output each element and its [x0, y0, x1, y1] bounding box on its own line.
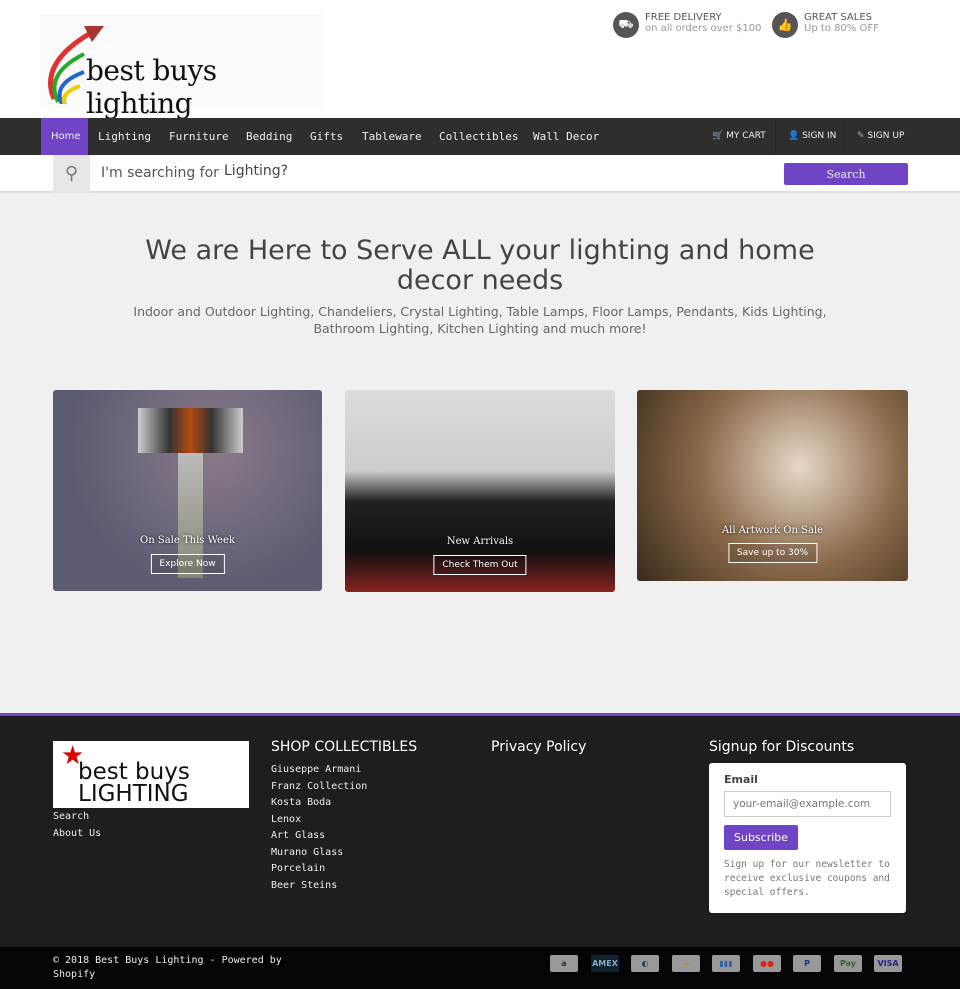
collectible-link[interactable]: Art Glass — [271, 828, 367, 845]
collectible-link[interactable]: Porcelain — [271, 861, 367, 878]
promo-title: GREAT SALES — [804, 12, 872, 23]
search-icon[interactable]: ⚲ — [53, 155, 90, 193]
footer-logo[interactable]: ★ best buys LIGHTING — [53, 741, 249, 808]
hero-subtitle: Indoor and Outdoor Lighting, Chandeliers… — [133, 304, 827, 336]
footer-logo-text: best buys LIGHTING — [78, 759, 190, 807]
lamp-image — [138, 408, 243, 453]
collectibles-heading: SHOP COLLECTIBLES — [271, 739, 418, 755]
jcb-icon: ▮▮▮ — [712, 955, 740, 972]
collectible-link[interactable]: Kosta Boda — [271, 795, 367, 812]
search-label: I'm searching for — [101, 165, 219, 181]
header: best buys lighting ⛟ FREE DELIVERY on all… — [0, 0, 960, 120]
collectible-link[interactable]: Murano Glass — [271, 845, 367, 862]
promo-great-sales: 👍 GREAT SALES Up to 80% OFF — [772, 12, 879, 38]
card-title: New Arrivals — [446, 536, 514, 547]
signup-heading: Signup for Discounts — [709, 739, 855, 755]
save-up-button[interactable]: Save up to 30% — [727, 543, 818, 563]
amazon-pay-icon: a — [550, 955, 578, 972]
main-nav: Home Lighting Furniture Bedding Gifts Ta… — [0, 118, 960, 155]
explore-now-button[interactable]: Explore Now — [150, 554, 225, 574]
check-them-out-button[interactable]: Check Them Out — [433, 555, 527, 575]
sign-up-label: SIGN UP — [867, 131, 905, 141]
collectibles-list: Giuseppe Armani Franz Collection Kosta B… — [271, 762, 367, 894]
apple-pay-icon: Pay — [834, 955, 862, 972]
paypal-icon: P — [793, 955, 821, 972]
diners-icon: ◐ — [631, 955, 659, 972]
search-button[interactable]: Search — [784, 163, 908, 185]
my-cart-label: MY CART — [726, 131, 766, 141]
search-input[interactable]: Lighting? — [224, 163, 288, 179]
footer-link-about[interactable]: About Us — [53, 826, 101, 843]
nav-furniture[interactable]: Furniture — [159, 118, 239, 155]
nav-home[interactable]: Home — [41, 118, 88, 155]
sign-in-link[interactable]: 👤 SIGN IN — [775, 118, 848, 155]
promo-free-delivery: ⛟ FREE DELIVERY on all orders over $100 — [613, 12, 761, 38]
nav-tableware[interactable]: Tableware — [352, 118, 432, 155]
collectible-link[interactable]: Lenox — [271, 812, 367, 829]
amex-icon: AMEX — [591, 955, 619, 972]
subscribe-button[interactable]: Subscribe — [724, 825, 799, 850]
privacy-policy-link[interactable]: Privacy Policy — [491, 739, 586, 755]
promo-sub: Up to 80% OFF — [804, 23, 879, 34]
promo-title: FREE DELIVERY — [645, 12, 722, 23]
edit-icon: ✎ — [857, 131, 865, 141]
discover-icon: — — [672, 955, 700, 972]
nav-gifts[interactable]: Gifts — [300, 118, 353, 155]
email-field[interactable] — [724, 791, 891, 817]
mastercard-icon: ●● — [753, 955, 781, 972]
my-cart-link[interactable]: 🛒 MY CART — [700, 118, 778, 155]
truck-icon: ⛟ — [613, 12, 639, 38]
nav-bedding[interactable]: Bedding — [236, 118, 302, 155]
visa-icon: VISA — [874, 955, 902, 972]
collectible-link[interactable]: Franz Collection — [271, 779, 367, 796]
nav-collectibles[interactable]: Collectibles — [429, 118, 528, 155]
sign-up-link[interactable]: ✎ SIGN UP — [844, 118, 916, 155]
footer-link-search[interactable]: Search — [53, 809, 101, 826]
nav-wall-decor[interactable]: Wall Decor — [523, 118, 609, 155]
thumbs-up-icon: 👍 — [772, 12, 798, 38]
user-icon: 👤 — [788, 131, 800, 141]
footer: ★ best buys LIGHTING Search About Us SHO… — [0, 713, 960, 947]
copyright: © 2018 Best Buys Lighting - Powered by S… — [53, 955, 282, 980]
card-title: On Sale This Week — [140, 535, 235, 546]
card-new-arrivals[interactable]: New Arrivals Check Them Out — [345, 390, 615, 592]
nav-lighting[interactable]: Lighting — [88, 118, 161, 155]
logo[interactable]: best buys lighting — [40, 14, 324, 120]
sign-in-label: SIGN IN — [802, 131, 837, 141]
card-title: All Artwork On Sale — [721, 525, 824, 536]
signup-form: Email Subscribe Sign up for our newslett… — [709, 763, 906, 913]
signup-note: Sign up for our newsletter to receive ex… — [724, 859, 890, 898]
collectible-link[interactable]: Giuseppe Armani — [271, 762, 367, 779]
promo-sub: on all orders over $100 — [645, 23, 762, 34]
collectible-link[interactable]: Beer Steins — [271, 878, 367, 895]
search-bar: ⚲ I'm searching for Lighting? Search — [0, 155, 960, 193]
hero-title: We are Here to Serve ALL your lighting a… — [145, 235, 815, 296]
email-label: Email — [724, 773, 758, 786]
cart-icon: 🛒 — [712, 131, 724, 141]
card-on-sale[interactable]: On Sale This Week Explore Now — [53, 390, 322, 591]
logo-text: best buys lighting — [86, 54, 217, 120]
card-artwork[interactable]: All Artwork On Sale Save up to 30% — [637, 390, 908, 581]
bottom-bar: © 2018 Best Buys Lighting - Powered by S… — [0, 947, 960, 989]
